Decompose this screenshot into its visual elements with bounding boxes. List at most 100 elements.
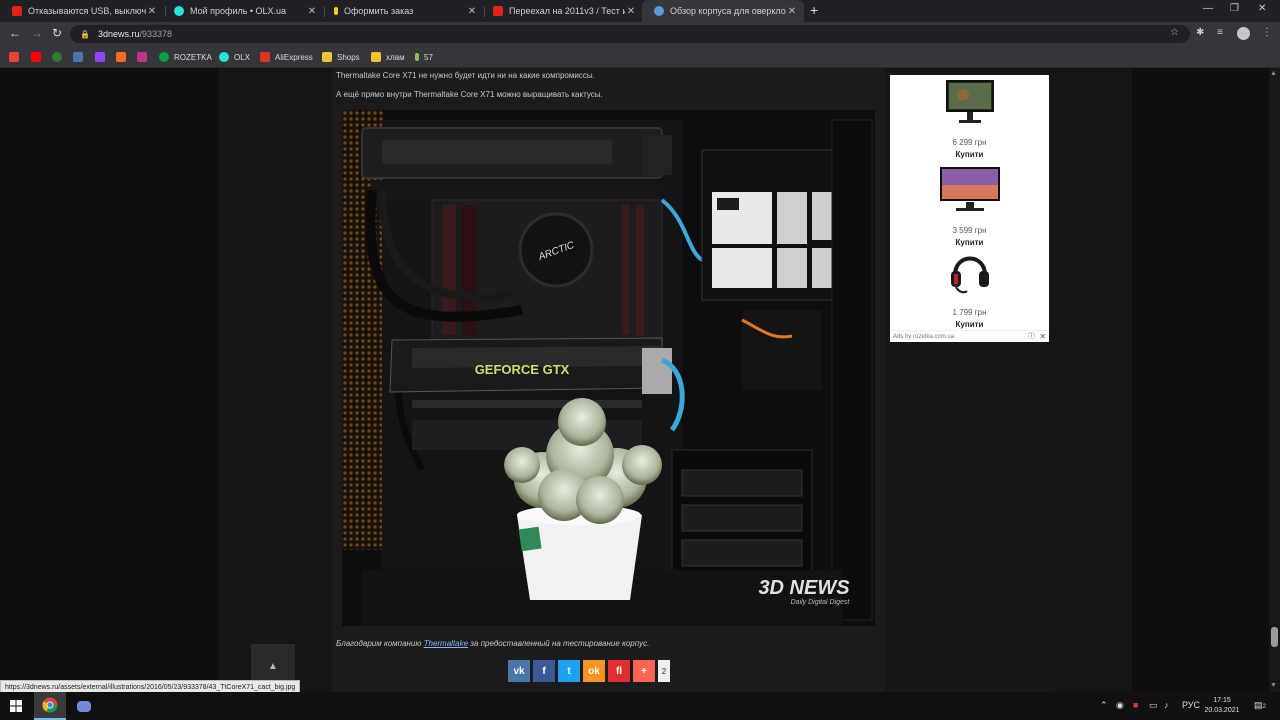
new-tab-button[interactable]: + bbox=[810, 2, 818, 18]
ad-buy-button[interactable]: Купити bbox=[890, 320, 1049, 329]
ad-item-headset[interactable]: 1 799 грн Купити bbox=[890, 247, 1049, 329]
arrow-up-icon: ▲ bbox=[268, 660, 278, 672]
monitor-image bbox=[945, 80, 994, 123]
3dnews-watermark: 3D NEWS bbox=[758, 577, 850, 599]
address-host: 3dnews.ru bbox=[97, 29, 140, 39]
tray-discord-icon[interactable]: ◉ bbox=[1116, 700, 1124, 711]
bookmark-label: ROZETKA bbox=[174, 52, 212, 62]
info-icon[interactable]: ⓘ bbox=[1028, 331, 1035, 343]
bookmark-instagram[interactable] bbox=[137, 46, 147, 68]
bookmark-folder-shops[interactable]: Shops bbox=[322, 46, 360, 68]
profile-avatar[interactable] bbox=[1237, 27, 1250, 40]
ad-item-monitor-2[interactable]: 3 599 грн Купити bbox=[890, 165, 1049, 247]
back-icon[interactable]: ← bbox=[9, 26, 21, 40]
article-paragraph: Thermaltake Core X71 не нужно будет идти… bbox=[336, 71, 595, 80]
lock-icon: 🔒 bbox=[80, 29, 90, 39]
bookmark-57[interactable]: 57 bbox=[415, 46, 433, 68]
maximize-icon[interactable]: ❐ bbox=[1230, 3, 1239, 14]
bookmark-vk[interactable] bbox=[73, 46, 83, 68]
tray-chevron-icon[interactable]: ⌃ bbox=[1100, 700, 1108, 711]
close-icon[interactable]: ✕ bbox=[146, 6, 158, 17]
reload-icon[interactable]: ↻ bbox=[52, 26, 62, 40]
notification-icon[interactable]: ▤2 bbox=[1254, 700, 1266, 711]
aliexpress-icon bbox=[260, 52, 270, 62]
twitter-share-button[interactable]: t bbox=[558, 660, 580, 682]
share-count: 2 bbox=[658, 660, 670, 682]
tab-2[interactable]: Мой профиль • OLX.ua ✕ bbox=[162, 0, 324, 22]
extensions-icon[interactable]: ✱ bbox=[1196, 27, 1204, 38]
caption-text: Благодарим компанию bbox=[336, 639, 424, 648]
menu-icon[interactable]: ⋮ bbox=[1262, 27, 1272, 38]
geforce-gtx-label: GEFORCE GTX bbox=[475, 362, 570, 377]
scroll-thumb[interactable] bbox=[1271, 627, 1278, 647]
tray-app-icon[interactable]: ■ bbox=[1133, 700, 1138, 710]
page-scrollbar[interactable] bbox=[1269, 68, 1280, 692]
close-icon[interactable]: ✕ bbox=[466, 6, 478, 17]
bookmark-label: AliExpress bbox=[275, 52, 313, 62]
scroll-up-icon[interactable]: ▲ bbox=[1270, 70, 1277, 77]
bookmark-olx[interactable]: OLX bbox=[219, 46, 250, 68]
leaf-icon bbox=[415, 53, 419, 61]
ad-footer-text: Ads by rozetka.com.ua bbox=[893, 334, 955, 340]
bookmark-twitch[interactable] bbox=[95, 46, 105, 68]
close-window-icon[interactable]: ✕ bbox=[1258, 3, 1266, 14]
tray-clock[interactable]: 17:15 20.03.2021 bbox=[1202, 696, 1242, 716]
leaf-icon bbox=[334, 7, 338, 15]
chrome-icon bbox=[42, 697, 58, 713]
bookmark-youtube[interactable] bbox=[31, 46, 41, 68]
bookmark-24[interactable] bbox=[52, 46, 62, 68]
case-photo-cactus[interactable]: ARCTIC GEFORCE GTX 3D NEWS Daily Digital… bbox=[342, 110, 875, 626]
close-icon[interactable]: ✕ bbox=[306, 6, 318, 17]
taskbar-discord[interactable] bbox=[68, 692, 100, 720]
minimize-icon[interactable]: — bbox=[1203, 3, 1213, 14]
folder-icon bbox=[371, 52, 381, 62]
bookmark-aliexpress[interactable]: AliExpress bbox=[260, 46, 313, 68]
case-photo-svg: ARCTIC GEFORCE GTX 3D NEWS Daily Digital… bbox=[342, 110, 875, 626]
bookmark-rozetka[interactable]: ROZETKA bbox=[159, 46, 212, 68]
close-icon[interactable]: ✕ bbox=[786, 6, 798, 17]
bookmark-folder-hlam[interactable]: хлам bbox=[371, 46, 405, 68]
bookmark-star-icon[interactable]: ☆ bbox=[1170, 27, 1179, 38]
news24-icon bbox=[52, 52, 62, 62]
gmail-icon bbox=[9, 52, 19, 62]
tab-5-active[interactable]: Обзор корпуса для оверклокин ✕ bbox=[642, 0, 804, 22]
ad-footer: Ads by rozetka.com.ua ⓘ ✕ bbox=[890, 330, 1049, 342]
tray-volume-icon[interactable]: ♪ bbox=[1164, 700, 1169, 710]
tab-4[interactable]: Переехал на 2011v3 / Тест и об ✕ bbox=[481, 0, 643, 22]
tab-1[interactable]: Отказываются USB, выключается ✕ bbox=[0, 0, 164, 22]
close-icon[interactable]: ✕ bbox=[625, 6, 637, 17]
flipboard-share-button[interactable]: fl bbox=[608, 660, 630, 682]
close-icon[interactable]: ✕ bbox=[1039, 331, 1046, 343]
start-button[interactable] bbox=[0, 692, 32, 720]
share-buttons: vk f t ok fl + 2 bbox=[508, 660, 670, 682]
ad-buy-button[interactable]: Купити bbox=[890, 238, 1049, 247]
tray-language[interactable]: РУС bbox=[1182, 700, 1200, 710]
ad-buy-button[interactable]: Купити bbox=[890, 150, 1049, 159]
bookmark-gmail[interactable] bbox=[9, 46, 19, 68]
vk-share-button[interactable]: vk bbox=[508, 660, 530, 682]
bookmarks-bar: ROZETKA OLX AliExpress Shops хлам 57 bbox=[0, 46, 1280, 68]
taskbar-chrome[interactable] bbox=[34, 692, 66, 720]
more-share-button[interactable]: + bbox=[633, 660, 655, 682]
3dnews-watermark-sub: Daily Digital Digest bbox=[791, 599, 851, 606]
facebook-share-button[interactable]: f bbox=[533, 660, 555, 682]
ok-share-button[interactable]: ok bbox=[583, 660, 605, 682]
clock-time: 17:15 bbox=[1213, 697, 1231, 704]
reading-list-icon[interactable]: ≡ bbox=[1217, 27, 1223, 38]
bookmark-soundcloud[interactable] bbox=[116, 46, 126, 68]
ad-price: 1 799 грн bbox=[952, 308, 987, 317]
windows-taskbar: ⌃ ◉ ■ ▭ ♪ РУС 17:15 20.03.2021 ▤2 bbox=[0, 692, 1280, 720]
ad-item-monitor[interactable]: 6 299 грн Купити bbox=[890, 79, 1049, 159]
forward-icon[interactable]: → bbox=[31, 26, 43, 40]
tab-3[interactable]: Оформить заказ ✕ bbox=[322, 0, 484, 22]
discord-icon bbox=[77, 700, 91, 712]
address-path: /933378 bbox=[139, 29, 173, 39]
vk-icon bbox=[73, 52, 83, 62]
scroll-down-icon[interactable]: ▼ bbox=[1270, 682, 1277, 689]
rozetka-icon bbox=[159, 52, 169, 62]
thermaltake-link[interactable]: Thermaltake bbox=[424, 639, 468, 648]
tray-network-icon[interactable]: ▭ bbox=[1149, 700, 1158, 711]
youtube-icon bbox=[31, 52, 41, 62]
address-bar[interactable]: 🔒 3dnews.ru /933378 bbox=[70, 25, 1190, 43]
tab-title: Оформить заказ bbox=[344, 6, 414, 16]
